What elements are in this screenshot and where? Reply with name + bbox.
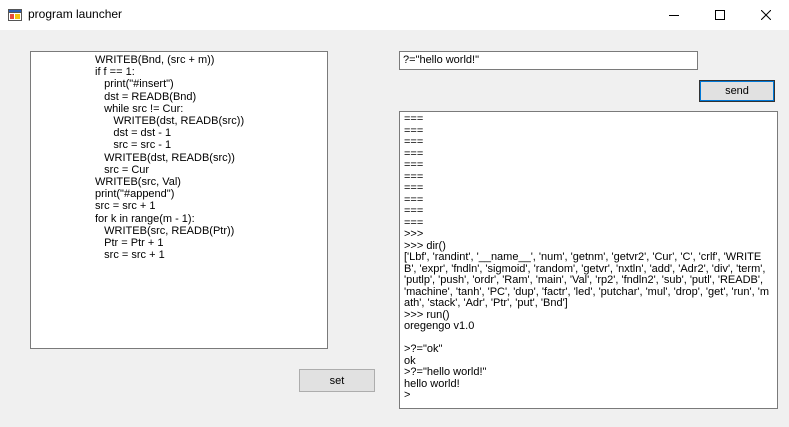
code-line: WRITEB(src, Val) <box>95 176 181 189</box>
console-line: === <box>404 170 424 183</box>
console-line: oregengo v1.0 <box>404 320 475 332</box>
console-line: === <box>404 216 424 229</box>
code-line: for k in range(m - 1): <box>95 212 195 225</box>
code-line: Ptr = Ptr + 1 <box>95 237 164 250</box>
code-line: dst = READB(Bnd) <box>95 90 197 103</box>
code-line: src = src + 1 <box>95 249 165 262</box>
console-line: >?="hello world!" <box>404 366 487 378</box>
set-button[interactable]: set <box>299 369 375 392</box>
title-bar: program launcher <box>0 0 789 30</box>
console-output[interactable]: === === === === === === === === === === >>> >>> dir… <box>399 111 778 409</box>
code-line: print("#insert") <box>95 78 174 91</box>
console-line: > <box>404 389 411 401</box>
code-editor[interactable]: WRITEB(Bnd, (src + m)) if f == 1: print("… <box>30 51 328 349</box>
code-line: WRITEB(dst, READB(src)) <box>95 115 245 128</box>
maximize-button[interactable] <box>697 0 743 30</box>
close-icon <box>761 10 771 20</box>
console-line: === <box>404 182 424 194</box>
app-window-icon <box>8 8 22 22</box>
code-line: dst = dst - 1 <box>95 127 172 140</box>
console-line: === <box>404 136 424 148</box>
minimize-button[interactable] <box>651 0 697 30</box>
console-line: === <box>404 124 424 137</box>
code-line: WRITEB(Bnd, (src + m)) <box>95 54 215 66</box>
code-line: src = src + 1 <box>95 200 156 213</box>
code-line: WRITEB(dst, READB(src)) <box>95 151 235 164</box>
console-line: === <box>404 147 424 160</box>
command-input[interactable]: ?="hello world!" <box>399 51 698 70</box>
console-line: === <box>404 113 424 125</box>
maximize-icon <box>715 10 725 20</box>
close-button[interactable] <box>743 0 789 30</box>
code-line: while src != Cur: <box>95 102 184 115</box>
window-title: program launcher <box>28 7 123 21</box>
console-line: === <box>404 193 424 206</box>
console-line: hello world! <box>404 377 460 390</box>
send-button[interactable]: send <box>699 80 775 102</box>
code-line: WRITEB(src, READB(Ptr)) <box>95 224 235 237</box>
console-line: >>> <box>404 228 424 240</box>
code-line: src = Cur <box>95 163 150 176</box>
minimize-icon <box>669 15 679 16</box>
code-line: if f == 1: <box>95 66 135 79</box>
console-line: === <box>404 205 424 217</box>
console-line: === <box>404 159 424 171</box>
code-line: print("#append") <box>95 188 175 201</box>
code-line: src = src - 1 <box>95 139 172 152</box>
console-line: ['Lbf', 'randint', '__name__', 'num', 'g… <box>404 251 770 309</box>
console-line: >?="ok" <box>404 343 443 355</box>
